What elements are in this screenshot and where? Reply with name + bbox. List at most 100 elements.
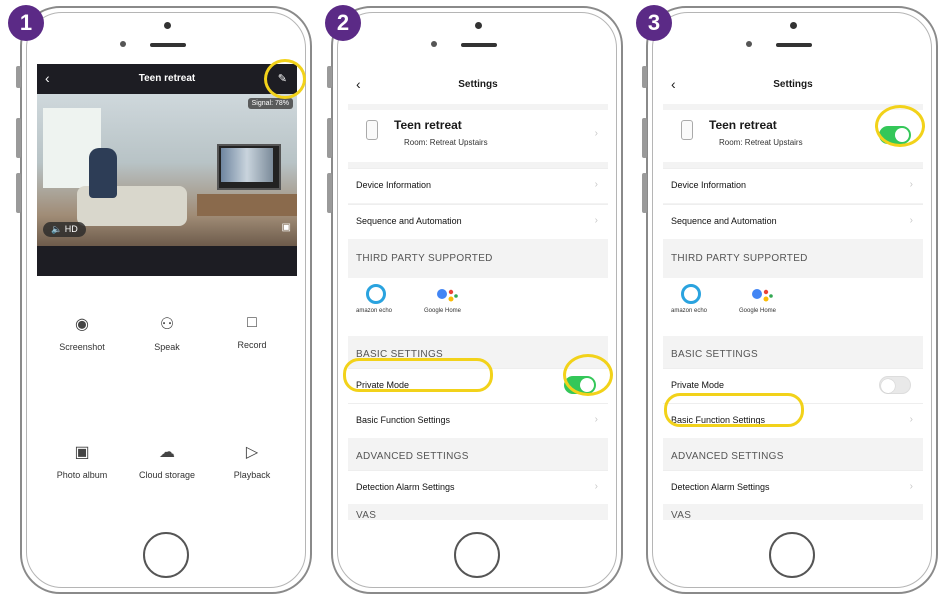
side-button [327,118,332,158]
step-badge-2: 2 [325,5,361,41]
scene-tv-image [221,148,273,182]
camera-dot [431,41,437,47]
tool-label: Screenshot [59,342,105,352]
camera-icon: ◉ [75,316,89,333]
alexa-logo-icon[interactable] [366,284,386,304]
scene-cabinet [197,194,297,216]
tool-label: Record [237,340,267,350]
speaker-dot [790,22,797,29]
speaker-dot [164,22,171,29]
camera-topbar: ‹ Teen retreat ✎ [37,64,297,94]
step-badge-1: 1 [8,5,44,41]
tool-label: Cloud storage [138,470,196,480]
row-label: Detection Alarm Settings [671,482,770,492]
camera-tools-panel: ◉ Screenshot ⚇ Speak □ Record ▣ Photo album … [37,276,297,520]
row-label: Basic Function Settings [356,415,451,425]
home-button[interactable] [769,532,815,578]
tool-label: Speak [154,342,180,352]
section-third-party: THIRD PARTY SUPPORTED [663,240,923,274]
row-label: Sequence and Automation [356,216,462,226]
speaker-grille [150,43,186,47]
third-party-logos: amazon echo Google Home [663,278,923,336]
google-label: Google Home [739,308,777,314]
section-vas: VAS [348,504,608,520]
fullscreen-icon[interactable]: ▣ [282,222,291,233]
row-label: Private Mode [671,380,725,390]
third-party-logos: amazon echo Google Home [348,278,608,336]
record-button[interactable]: □ Record [212,314,292,350]
device-name: Teen retreat [709,118,777,132]
section-label: VAS [356,510,377,520]
side-button [16,173,21,213]
alexa-logo-icon[interactable] [681,284,701,304]
speaker-grille [461,43,497,47]
private-mode-toggle[interactable] [879,376,911,394]
row-sequence-automation[interactable]: Sequence and Automation › [663,204,923,239]
device-name: Teen retreat [394,118,462,132]
device-card[interactable]: Teen retreat Room: Retreat Upstairs › [348,110,608,162]
quality-label: HD [64,224,78,234]
speak-button[interactable]: ⚇ Speak [127,314,207,352]
side-button [16,66,21,88]
section-label: THIRD PARTY SUPPORTED [671,253,808,264]
photo-album-button[interactable]: ▣ Photo album [42,442,122,480]
row-detection-alarm[interactable]: Detection Alarm Settings › [348,470,608,505]
playback-icon: ▷ [245,444,259,461]
highlight-basic-function [664,393,804,427]
camera-device-icon [366,120,378,140]
phone-2: ‹ Settings Teen retreat Room: Retreat Up… [327,6,623,594]
settings-title: Settings [773,79,813,90]
cloud-icon: ☁ [159,444,175,461]
google-label: Google Home [424,308,462,314]
scene-person [89,148,117,198]
cloud-storage-button[interactable]: ☁ Cloud storage [127,442,207,480]
section-label: VAS [671,510,692,520]
section-label: ADVANCED SETTINGS [356,451,469,462]
row-label: Detection Alarm Settings [356,482,455,492]
home-button[interactable] [143,532,189,578]
toggle-knob [881,379,895,393]
alexa-label: amazon echo [671,308,708,314]
settings-title: Settings [458,79,498,90]
section-advanced-settings: ADVANCED SETTINGS [663,438,923,472]
speaker-icon: 🔈 [51,224,63,234]
quality-toggle[interactable]: 🔈 HD [43,222,86,237]
side-button [642,173,647,213]
row-device-information[interactable]: Device Information › [348,168,608,203]
screen-settings-2: ‹ Settings Teen retreat Room: Retreat Up… [348,64,608,520]
row-label: Sequence and Automation [671,216,777,226]
chevron-right-icon: › [909,179,913,190]
chevron-right-icon: › [909,414,913,425]
home-button[interactable] [454,532,500,578]
side-button [642,118,647,158]
playback-button[interactable]: ▷ Playback [212,442,292,480]
row-device-information[interactable]: Device Information › [663,168,923,203]
row-detection-alarm[interactable]: Detection Alarm Settings › [663,470,923,505]
device-room: Room: Retreat Upstairs [404,138,488,147]
video-icon: □ [247,314,257,331]
camera-device-icon [681,120,693,140]
phone-3: ‹ Settings Teen retreat Room: Retreat Up… [642,6,938,594]
phone-1: ‹ Teen retreat ✎ Signal: 78% 🔈 HD ▣ ◉ Scr… [16,6,312,594]
speaker-grille [776,43,812,47]
screenshot-button[interactable]: ◉ Screenshot [42,314,122,352]
side-button [327,173,332,213]
camera-dot [746,41,752,47]
google-assistant-logo-icon[interactable] [751,286,777,306]
google-assistant-logo-icon[interactable] [436,286,462,306]
highlight-toggle-on [563,354,613,396]
camera-video-feed[interactable]: Signal: 78% 🔈 HD ▣ [37,94,297,246]
highlight-private-mode [343,358,493,392]
chevron-right-icon: › [909,481,913,492]
section-third-party: THIRD PARTY SUPPORTED [348,240,608,274]
row-sequence-automation[interactable]: Sequence and Automation › [348,204,608,239]
row-label: Device Information [356,180,432,190]
tool-label: Playback [233,470,271,480]
row-label: Device Information [671,180,747,190]
camera-title: Teen retreat [138,73,196,84]
step-badge-3: 3 [636,5,672,41]
row-basic-function-settings[interactable]: Basic Function Settings › [348,403,608,438]
screen-camera-view: ‹ Teen retreat ✎ Signal: 78% 🔈 HD ▣ ◉ Scr… [37,64,297,520]
section-vas: VAS [663,504,923,520]
highlight-edit [264,59,306,99]
